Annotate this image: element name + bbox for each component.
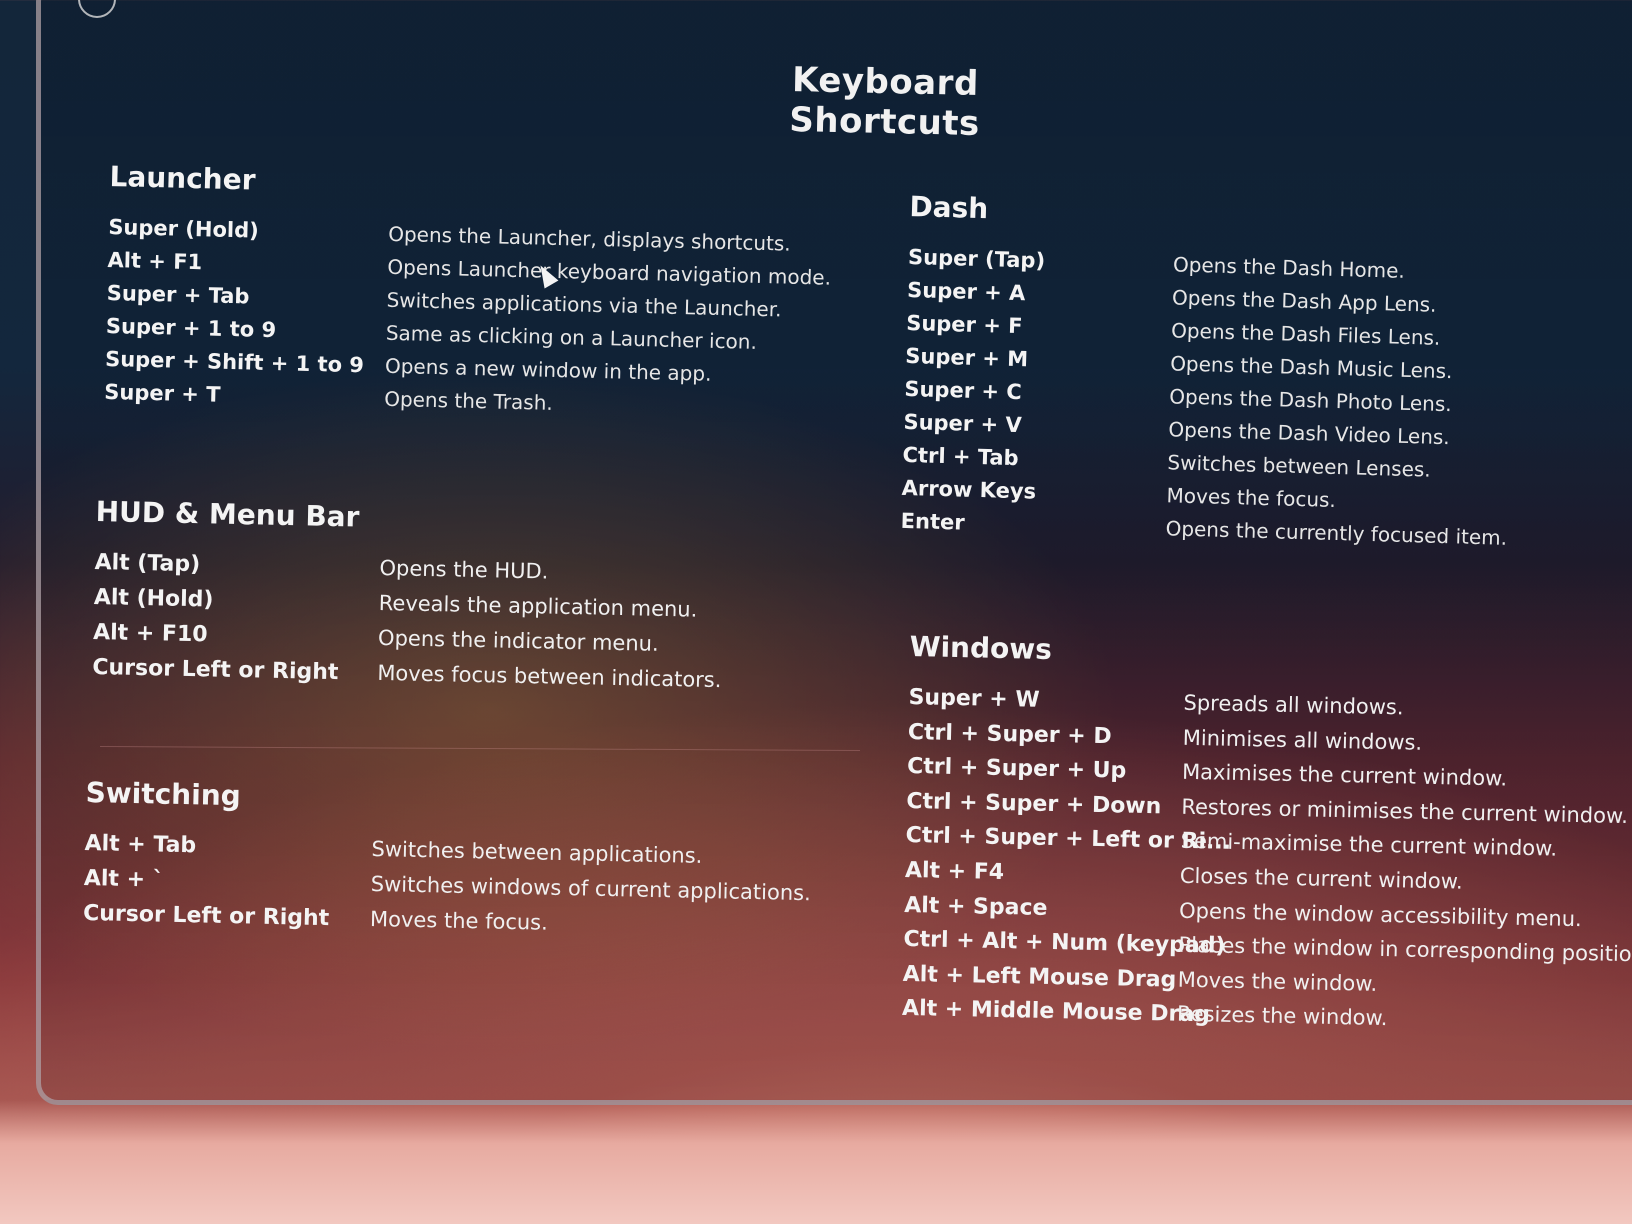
section-hud-menu-bar: HUD & Menu Bar Alt (Tap) Opens the HUD. A… [92, 495, 722, 696]
shortcut-row: Super (Tap) Opens the Dash Home. [908, 245, 1405, 283]
shortcut-key: Alt (Hold) [93, 584, 214, 613]
shortcut-key: Alt + Space [903, 892, 1048, 921]
shortcut-row: Enter Opens the currently focused item. [900, 508, 1507, 550]
shortcut-key: Alt + F10 [92, 619, 208, 648]
shortcut-key: Arrow Keys [901, 475, 1037, 504]
shortcut-key: Super + M [905, 343, 1029, 372]
shortcut-row: Super + C Opens the Dash Photo Lens. [904, 377, 1452, 416]
shortcut-key: Super + W [908, 684, 1040, 713]
section-dash: Dash Super (Tap) Opens the Dash Home. Sup… [900, 190, 1507, 550]
shortcut-description: Spreads all windows. [1183, 690, 1404, 720]
shortcut-description: Moves the focus. [369, 906, 549, 935]
shortcut-key: Alt + F4 [904, 857, 1005, 885]
shortcut-row: Super + M Opens the Dash Music Lens. [905, 344, 1453, 383]
shortcut-description: Resizes the window. [1176, 1002, 1388, 1031]
shortcut-row: Arrow Keys Moves the focus. [901, 476, 1336, 512]
shortcut-key: Super + T [104, 379, 221, 407]
shortcut-description: Opens the Trash. [383, 386, 554, 415]
shortcut-row: Ctrl + Super + Left or Ri... Semi-maximis… [905, 823, 1557, 861]
shortcut-row: Cursor Left or Right Moves focus between … [92, 654, 722, 696]
shortcut-key: Ctrl + Super + Up [906, 754, 1127, 784]
shortcut-row: Super + Tab Switches applications via the… [106, 280, 781, 321]
shortcut-row: Ctrl + Alt + Num (keypad) Places the wind… [903, 927, 1632, 967]
section-header-hud: HUD & Menu Bar [95, 495, 360, 534]
shortcut-row: Alt + Middle Mouse Drag Resizes the windo… [902, 996, 1388, 1034]
section-header-launcher: Launcher [109, 160, 256, 197]
shortcut-row: Super + W Spreads all windows. [908, 684, 1403, 723]
shortcut-description: Moves the window. [1177, 967, 1378, 996]
shortcut-key: Cursor Left or Right [92, 654, 339, 686]
shortcut-key: Enter [900, 508, 966, 535]
shortcut-key: Super + F [905, 310, 1023, 339]
shortcut-key: Super (Hold) [108, 214, 260, 243]
shortcut-description: Opens the HUD. [379, 555, 549, 584]
section-header-windows: Windows [909, 630, 1053, 666]
shortcut-row: Alt + Left Mouse Drag Moves the window. [902, 962, 1378, 1000]
shortcut-row: Super + F Opens the Dash Files Lens. [906, 311, 1441, 350]
shortcut-key: Ctrl + Super + D [907, 719, 1112, 749]
shortcut-key: Super + 1 to 9 [105, 313, 277, 343]
shortcut-key: Alt + Middle Mouse Drag [901, 996, 1211, 1028]
shortcut-key: Super + A [906, 277, 1026, 306]
shortcut-key: Super + V [903, 409, 1022, 438]
shortcut-row: Super + V Opens the Dash Video Lens. [903, 410, 1450, 449]
section-launcher: Launcher Super (Hold) Opens the Launcher,… [104, 160, 831, 417]
shortcut-row: Alt + Space Opens the window accessibilit… [903, 892, 1582, 931]
shortcut-key: Super + Tab [106, 280, 250, 309]
page-title: Keyboard Shortcuts [788, 60, 981, 144]
shortcut-row: Ctrl + Super + Up Maximises the current w… [907, 754, 1507, 792]
shortcut-key: Alt + ` [83, 865, 164, 893]
shortcut-key: Alt + Left Mouse Drag [902, 961, 1177, 993]
shortcut-row: Super (Hold) Opens the Launcher, displays… [108, 215, 791, 256]
section-windows: Windows Super + W Spreads all windows. Ct… [902, 630, 1632, 1034]
shortcut-row: Alt (Hold) Reveals the application menu. [93, 584, 698, 626]
section-header-switching: Switching [85, 776, 242, 813]
shortcut-row: Super + T Opens the Trash. [104, 379, 553, 417]
shortcut-row: Alt + F10 Opens the indicator menu. [92, 619, 659, 661]
shortcut-row: Ctrl + Tab Switches between Lenses. [902, 443, 1431, 482]
shortcut-row: Alt + F1 Opens Launcher keyboard navigati… [107, 247, 831, 290]
shortcut-row: Alt (Tap) Opens the HUD. [94, 549, 548, 591]
shortcut-row: Super + 1 to 9 Same as clicking on a Laun… [105, 314, 758, 354]
section-header-dash: Dash [909, 190, 989, 226]
shortcut-key: Alt + Tab [84, 830, 197, 859]
shortcut-key: Cursor Left or Right [82, 900, 330, 932]
shortcut-row: Alt + ` Switches windows of current appli… [83, 865, 811, 905]
shortcut-key: Super + C [904, 376, 1023, 405]
shortcut-description: Minimises all windows. [1182, 725, 1423, 755]
shortcut-row: Super + A Opens the Dash App Lens. [907, 278, 1437, 317]
shortcut-row: Ctrl + Super + Down Restores or minimises… [906, 789, 1628, 828]
shortcut-key: Alt (Tap) [94, 549, 201, 578]
shortcut-key: Super + Shift + 1 to 9 [104, 346, 365, 378]
shortcut-key: Ctrl + Super + Down [906, 788, 1162, 820]
shortcut-row: Cursor Left or Right Moves the focus. [83, 901, 548, 939]
shortcut-row: Ctrl + Super + D Minimises all windows. [907, 720, 1423, 758]
shortcut-description: Moves the focus. [1166, 483, 1337, 513]
desktop-background [0, 1100, 1632, 1224]
section-switching: Switching Alt + Tab Switches between appl… [83, 776, 811, 939]
shortcut-row: Super + Shift + 1 to 9 Opens a new window… [105, 347, 712, 386]
shortcut-key: Super (Tap) [907, 244, 1046, 273]
shortcut-row: Alt + F4 Closes the current window. [904, 857, 1463, 896]
shortcut-row: Alt + Tab Switches between applications. [84, 830, 702, 869]
shortcut-key: Alt + F1 [107, 247, 203, 275]
shortcut-key: Ctrl + Tab [902, 442, 1019, 471]
